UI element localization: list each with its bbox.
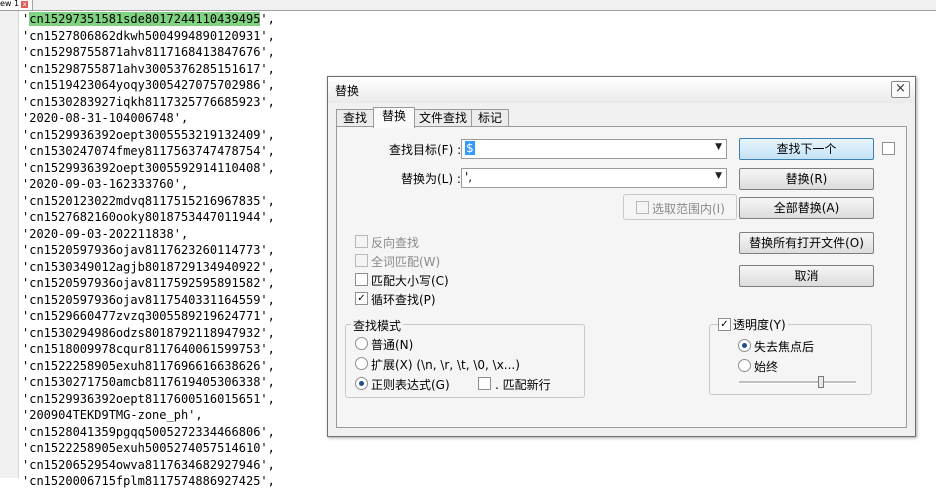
backward-checkbox[interactable] [355,235,368,248]
replace-all-open-docs-button[interactable]: 替换所有打开文件(O) [739,232,874,254]
search-mode-normal-label: 普通(N) [371,338,414,352]
transparency-slider-thumb[interactable] [817,376,824,388]
tab-find-in-files[interactable]: 文件查找 [414,109,472,127]
tab-close-icon[interactable]: x [21,1,29,8]
transparency-always-label: 始终 [754,360,779,374]
replace-dialog: 替换 × 查找 替换 文件查找 标记 查找目标(F) : $ ▼ 替换为(L) … [327,76,916,437]
match-case-label: 匹配大小写(C) [371,274,449,288]
editor-gutter [0,11,19,478]
transparency-on-lose-focus-radio[interactable] [738,339,751,352]
search-mode-extended-label: 扩展(X) (\n, \r, \t, \0, \x...) [371,358,520,372]
wrap-around-label: 循环查找(P) [371,293,436,307]
code-line[interactable]: 'cn1527806862dkwh5004994890120931', [22,28,922,45]
search-mode-extended-radio[interactable] [355,357,368,370]
replace-panel: 查找目标(F) : $ ▼ 替换为(L) : ', ▼ 选取范围内(I) 查找下… [336,126,907,428]
code-line[interactable]: 'cn15298755871ahv3005376285151617', [22,61,922,78]
document-tab-label: ew 1 [0,0,20,8]
tab-replace[interactable]: 替换 [373,107,415,128]
search-mode-title: 查找模式 [351,317,404,334]
cancel-button[interactable]: 取消 [739,265,874,287]
search-match-highlight: cn15297351581sde8017244110439495 [29,12,261,26]
close-icon[interactable]: × [891,81,910,98]
document-tab[interactable]: ew 1x [0,0,34,10]
code-line[interactable]: 'cn1520652954owva8117634682927946', [22,457,922,474]
tab-find[interactable]: 查找 [336,109,374,127]
code-line[interactable]: 'cn1522258905exuh5005274057514610', [22,440,922,457]
dialog-titlebar[interactable]: 替换 × [328,77,915,103]
whole-word-label: 全词匹配(W) [371,255,441,269]
search-mode-normal-radio[interactable] [355,337,368,350]
transparency-always-radio[interactable] [738,359,751,372]
replace-all-button[interactable]: 全部替换(A) [739,197,874,219]
transparency-group [709,324,872,395]
backward-label: 反向查找 [371,236,420,250]
transparency-label: 透明度(Y) [731,316,788,333]
replace-with-combobox[interactable]: ', ▼ [461,168,727,188]
in-selection-checkbox[interactable] [636,201,649,214]
find-next-option-checkbox[interactable] [882,142,895,155]
dot-matches-newline-checkbox[interactable] [478,377,491,390]
search-mode-regex-radio[interactable] [355,377,368,390]
match-case-checkbox[interactable] [355,273,368,286]
whole-word-checkbox[interactable] [355,254,368,267]
search-mode-regex-label: 正则表达式(G) [371,378,450,392]
dialog-title: 替换 [335,84,360,98]
transparency-on-lose-focus-label: 失去焦点后 [754,340,815,354]
find-what-value: $ [465,141,475,155]
code-line[interactable]: 'cn1520006715fplm8117574886927425', [22,473,922,490]
transparency-slider-track[interactable] [739,381,856,384]
document-tab-strip: ew 1x [0,0,936,11]
in-selection-label: 选取范围内(I) [652,202,725,216]
chevron-down-icon[interactable]: ▼ [715,171,722,181]
replace-button[interactable]: 替换(R) [739,168,874,190]
chevron-down-icon[interactable]: ▼ [715,142,722,152]
find-next-button[interactable]: 查找下一个 [739,138,874,160]
transparency-checkbox[interactable]: ✓ [718,318,731,331]
tab-mark[interactable]: 标记 [471,109,509,127]
replace-with-label: 替换为(L) : [401,172,461,186]
replace-with-value: ', [465,170,473,184]
find-what-combobox[interactable]: $ ▼ [461,139,727,159]
code-line[interactable]: 'cn15297351581sde8017244110439495', [22,11,922,28]
dot-matches-newline-label: . 匹配新行 [495,378,551,392]
find-what-label: 查找目标(F) : [389,143,462,157]
code-line[interactable]: 'cn15298755871ahv8117168413847676', [22,44,922,61]
wrap-around-checkbox[interactable]: ✓ [355,292,368,305]
